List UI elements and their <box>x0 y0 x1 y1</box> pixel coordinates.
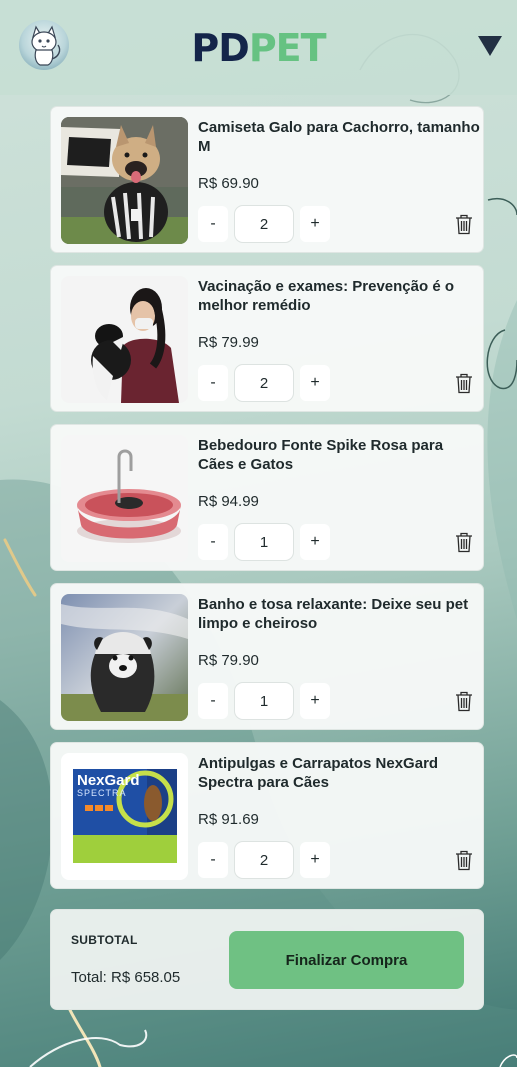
app-header: PDPET <box>0 0 517 95</box>
box-subbrand-text: SPECTRA <box>77 788 127 798</box>
item-name: Antipulgas e Carrapatos NexGard Spectra … <box>198 755 439 791</box>
total-amount: Total: R$ 658.05 <box>71 969 181 986</box>
quantity-input[interactable] <box>234 841 294 879</box>
decrement-button[interactable]: - <box>198 365 228 401</box>
order-summary: SUBTOTAL Total: R$ 658.05 Finalizar Comp… <box>50 909 484 1010</box>
vet-with-dog-image <box>61 276 188 403</box>
item-name: Vacinação e exames: Prevenção é o melhor… <box>198 278 454 314</box>
cart-item: Banho e tosa relaxante: Deixe seu pet li… <box>50 583 484 730</box>
quantity-stepper: - + <box>198 522 330 562</box>
quantity-input[interactable] <box>234 682 294 720</box>
increment-button[interactable]: + <box>300 683 330 719</box>
trash-icon[interactable] <box>454 531 474 553</box>
trash-icon[interactable] <box>454 372 474 394</box>
item-price: R$ 69.90 <box>198 175 259 192</box>
quantity-stepper: - + <box>198 681 330 721</box>
logo-primary-text: PD <box>191 25 249 70</box>
cart-item-list: Camiseta Galo para Cachorro, tamanho M R… <box>50 106 484 901</box>
water-fountain-image <box>61 435 188 562</box>
dog-in-jersey-image <box>61 117 188 244</box>
dog-bath-image <box>61 594 188 721</box>
cart-item: NexGard SPECTRA Antipulgas e Carrapatos … <box>50 742 484 889</box>
cart-item: Bebedouro Fonte Spike Rosa para Cães e G… <box>50 424 484 571</box>
increment-button[interactable]: + <box>300 842 330 878</box>
decrement-button[interactable]: - <box>198 683 228 719</box>
increment-button[interactable]: + <box>300 206 330 242</box>
quantity-stepper: - + <box>198 840 330 880</box>
item-price: R$ 94.99 <box>198 493 259 510</box>
item-name: Bebedouro Fonte Spike Rosa para Cães e G… <box>198 437 444 473</box>
nexgard-box-image: NexGard SPECTRA <box>61 753 188 880</box>
item-price: R$ 91.69 <box>198 811 259 828</box>
cat-avatar-icon[interactable] <box>19 20 69 70</box>
decrement-button[interactable]: - <box>198 842 228 878</box>
trash-icon[interactable] <box>454 213 474 235</box>
decrement-button[interactable]: - <box>198 524 228 560</box>
item-name: Camiseta Galo para Cachorro, tamanho M <box>198 119 480 155</box>
triangle-down-icon[interactable] <box>477 35 503 57</box>
box-brand-text: NexGard <box>77 772 140 789</box>
brand-logo[interactable]: PDPET <box>191 25 327 70</box>
trash-icon[interactable] <box>454 690 474 712</box>
logo-accent-text: PET <box>248 25 327 70</box>
decrement-button[interactable]: - <box>198 206 228 242</box>
trash-icon[interactable] <box>454 849 474 871</box>
cart-item: Camiseta Galo para Cachorro, tamanho M R… <box>50 106 484 253</box>
item-price: R$ 79.90 <box>198 652 259 669</box>
quantity-input[interactable] <box>234 364 294 402</box>
quantity-input[interactable] <box>234 205 294 243</box>
item-price: R$ 79.99 <box>198 334 259 351</box>
quantity-input[interactable] <box>234 523 294 561</box>
increment-button[interactable]: + <box>300 524 330 560</box>
subtotal-label: SUBTOTAL <box>71 933 138 947</box>
checkout-button[interactable]: Finalizar Compra <box>229 931 464 989</box>
quantity-stepper: - + <box>198 204 330 244</box>
quantity-stepper: - + <box>198 363 330 403</box>
increment-button[interactable]: + <box>300 365 330 401</box>
item-name: Banho e tosa relaxante: Deixe seu pet li… <box>198 596 469 632</box>
cart-item: Vacinação e exames: Prevenção é o melhor… <box>50 265 484 412</box>
